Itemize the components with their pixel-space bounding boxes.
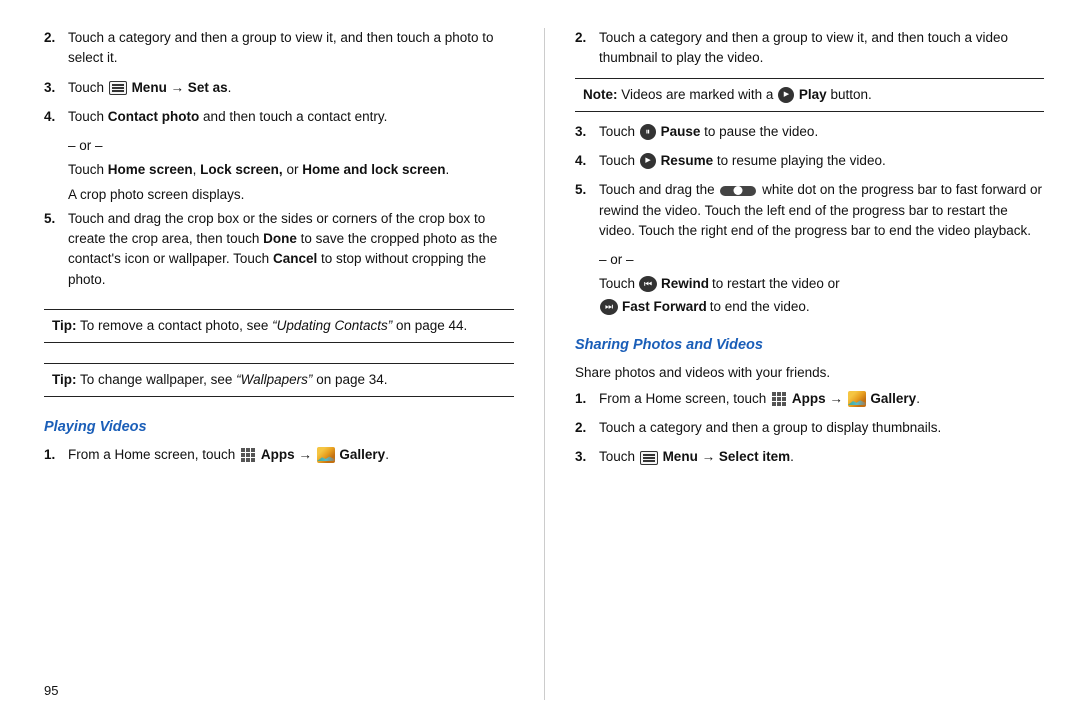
step-num: 1.: [44, 445, 62, 465]
step-text: Touch Menu → Select item.: [599, 447, 1044, 467]
step-num: 2.: [575, 418, 593, 438]
tip-ref: “Updating Contacts”: [272, 318, 392, 333]
progress-bar-icon: [720, 186, 756, 196]
share-step-2: 2. Touch a category and then a group to …: [575, 418, 1044, 441]
apps-icon: [240, 447, 256, 463]
step-text: Touch and drag the white dot on the prog…: [599, 180, 1044, 241]
pause-icon: [640, 124, 656, 140]
apps-label: Apps: [261, 447, 295, 462]
step-num: 1.: [575, 389, 593, 409]
select-label: Select item: [719, 449, 790, 464]
crop-display-text: A crop photo screen displays.: [68, 185, 514, 205]
touch-label: Touch: [599, 274, 635, 294]
left-step-3: 3. Touch Menu → Set as.: [44, 78, 514, 101]
step-num: 4.: [44, 107, 62, 127]
step-text: Touch and drag the crop box or the sides…: [68, 209, 514, 290]
step-num: 3.: [575, 447, 593, 467]
step-text: Touch a category and then a group to vie…: [599, 28, 1044, 69]
resume-label: Resume: [661, 153, 714, 168]
left-step-5: 5. Touch and drag the crop box or the si…: [44, 209, 514, 293]
home-lock-label: Home and lock screen: [302, 162, 445, 177]
forward-icon: [600, 299, 618, 315]
step-num: 5.: [575, 180, 593, 241]
or-separator-right: – or –: [599, 250, 1044, 270]
arrow-icon: →: [829, 391, 846, 406]
forward-instruction: Fast Forward to end the video.: [599, 297, 1044, 317]
left-step-4: 4. Touch Contact photo and then touch a …: [44, 107, 514, 130]
home-screen-label: Home screen: [108, 162, 193, 177]
lock-screen-label: Lock screen,: [200, 162, 283, 177]
playing-videos-title: Playing Videos: [44, 417, 514, 439]
play-icon: [778, 87, 794, 103]
step-text: Touch Menu → Set as.: [68, 78, 514, 98]
tip-1: Tip: To remove a contact photo, see “Upd…: [44, 309, 514, 343]
gallery-icon: [848, 391, 866, 407]
or-separator: – or –: [68, 136, 514, 156]
right-step-3: 3. Touch Pause to pause the video.: [575, 122, 1044, 145]
tip-ref: “Wallpapers”: [236, 372, 312, 387]
step-num: 3.: [44, 78, 62, 98]
menu-icon: [109, 81, 127, 95]
rewind-label: Rewind: [661, 274, 709, 294]
resume-icon: [640, 153, 656, 169]
page-number: 95: [44, 673, 514, 701]
home-screen-instruction: Touch Home screen, Lock screen, or Home …: [68, 160, 514, 180]
menu-label: Menu → Set as: [132, 80, 228, 95]
share-intro: Share photos and videos with your friend…: [575, 363, 1044, 383]
right-step-2: 2. Touch a category and then a group to …: [575, 28, 1044, 72]
gallery-label: Gallery: [870, 391, 916, 406]
page: 2. Touch a category and then a group to …: [0, 0, 1080, 720]
share-step-1: 1. From a Home screen, touch: [575, 389, 1044, 412]
play-label: Play: [799, 87, 827, 102]
sharing-photos-title: Sharing Photos and Videos: [575, 335, 1044, 357]
menu-icon: [640, 451, 658, 465]
step-text: From a Home screen, touch: [599, 389, 1044, 409]
step-text: Touch Pause to pause the video.: [599, 122, 1044, 142]
left-column: 2. Touch a category and then a group to …: [44, 28, 544, 700]
tip-2: Tip: To change wallpaper, see “Wallpaper…: [44, 363, 514, 397]
step-num: 5.: [44, 209, 62, 290]
tip-label: Tip:: [52, 372, 77, 387]
step-text: From a Home screen, touch: [68, 445, 514, 465]
step-text: Touch Contact photo and then touch a con…: [68, 107, 514, 127]
arrow-icon: →: [298, 447, 315, 462]
tip-label: Tip:: [52, 318, 77, 333]
done-label: Done: [263, 231, 297, 246]
gallery-label: Gallery: [339, 447, 385, 462]
step-num: 2.: [44, 28, 62, 69]
playing-videos-step-1: 1. From a Home screen, touch: [44, 445, 514, 468]
apps-label: Apps: [792, 391, 826, 406]
step-num: 3.: [575, 122, 593, 142]
contact-photo-label: Contact photo: [108, 109, 199, 124]
right-step-4: 4. Touch Resume to resume playing the vi…: [575, 151, 1044, 174]
step-text: Touch a category and then a group to vie…: [68, 28, 514, 69]
forward-label: Fast Forward: [622, 297, 707, 317]
pause-label: Pause: [661, 124, 701, 139]
right-step-5: 5. Touch and drag the white dot on the p…: [575, 180, 1044, 244]
right-column: 2. Touch a category and then a group to …: [544, 28, 1044, 700]
rewind-icon: [639, 276, 657, 292]
note-box: Note: Videos are marked with a Play butt…: [575, 78, 1044, 112]
left-step-2: 2. Touch a category and then a group to …: [44, 28, 514, 72]
share-step-3: 3. Touch Menu → Select item.: [575, 447, 1044, 470]
gallery-icon: [317, 447, 335, 463]
arrow-icon: →: [702, 449, 719, 464]
step-text: Touch a category and then a group to dis…: [599, 418, 1044, 438]
rewind-instruction: Touch Rewind to restart the video or: [599, 274, 1044, 294]
apps-icon: [771, 391, 787, 407]
menu-label: Menu: [663, 449, 698, 464]
step-num: 2.: [575, 28, 593, 69]
note-label: Note:: [583, 87, 618, 102]
step-text: Touch Resume to resume playing the video…: [599, 151, 1044, 171]
step-num: 4.: [575, 151, 593, 171]
cancel-label: Cancel: [273, 251, 317, 266]
